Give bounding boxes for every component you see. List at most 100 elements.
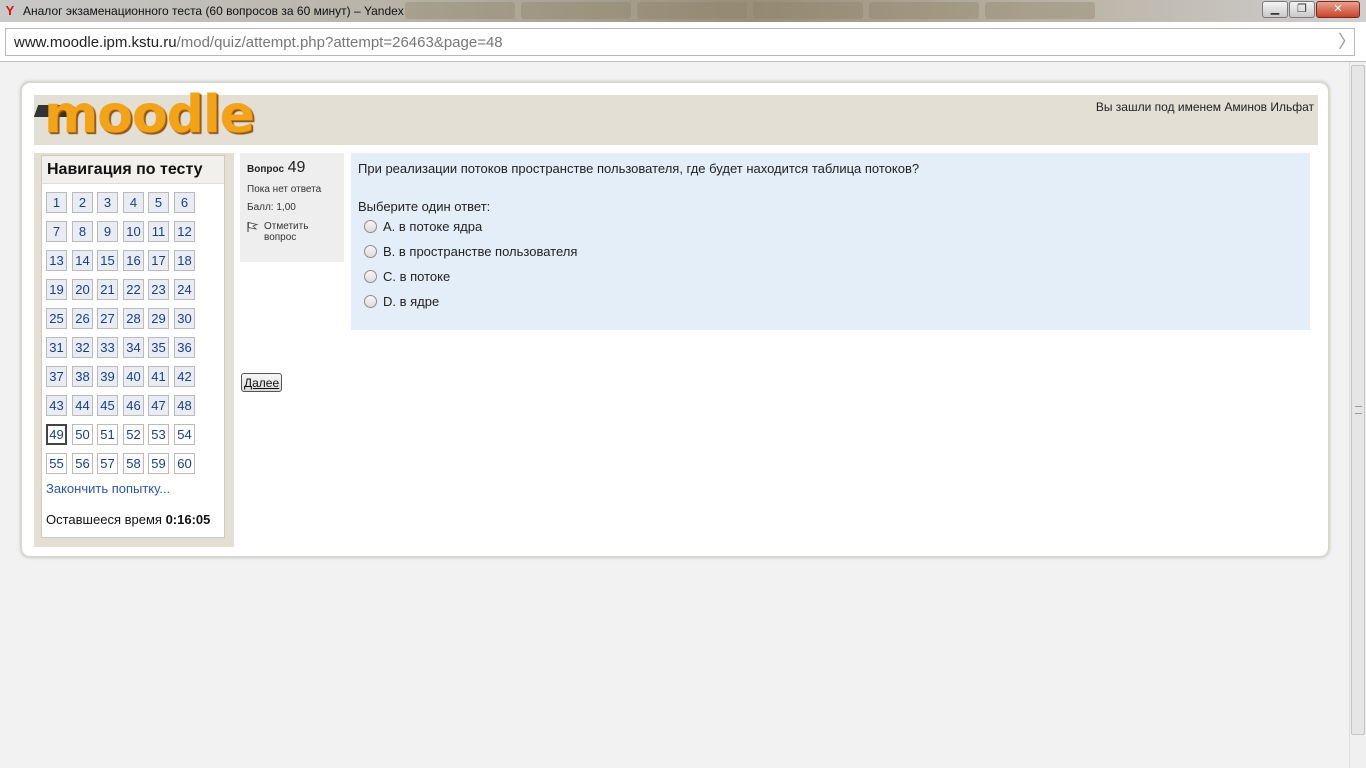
moodle-logo[interactable]: moodle	[33, 85, 255, 145]
quiz-navigation-panel: Навигация по тесту 1 2 3 4 5 6 7 8 9 10 11 12 13 14 15…	[41, 155, 225, 538]
question-nav-button[interactable]: 34	[123, 337, 144, 358]
question-nav-button[interactable]: 27	[97, 308, 118, 329]
answer-radio[interactable]	[364, 220, 377, 233]
question-nav-button[interactable]: 32	[72, 337, 93, 358]
question-nav-button[interactable]: 40	[123, 366, 144, 387]
question-nav-button[interactable]: 12	[174, 221, 195, 242]
question-nav-button[interactable]: 30	[174, 308, 195, 329]
question-nav-button[interactable]: 6	[174, 192, 195, 213]
question-nav-button[interactable]: 50	[72, 424, 93, 445]
question-nav-button[interactable]: 9	[97, 221, 118, 242]
browser-tab[interactable]	[405, 2, 515, 19]
question-nav-button[interactable]: 60	[174, 453, 195, 474]
scrollbar-thumb[interactable]	[1351, 65, 1365, 735]
question-nav-button[interactable]: 10	[123, 221, 144, 242]
question-nav-button[interactable]: 44	[72, 395, 93, 416]
question-nav-button[interactable]: 41	[148, 366, 169, 387]
browser-tab[interactable]	[521, 2, 631, 19]
question-nav-button[interactable]: 3	[97, 192, 118, 213]
answer-option[interactable]: C. в потоке	[364, 264, 1303, 289]
question-nav-button[interactable]: 37	[46, 366, 67, 387]
browser-tabs	[405, 2, 1095, 19]
question-nav-button[interactable]: 35	[148, 337, 169, 358]
close-button[interactable]: ✕	[1316, 1, 1360, 18]
answer-option[interactable]: B. в пространстве пользователя	[364, 239, 1303, 264]
question-nav-button[interactable]: 15	[97, 250, 118, 271]
answer-option[interactable]: D. в ядре	[364, 289, 1303, 314]
question-nav-button[interactable]: 28	[123, 308, 144, 329]
question-nav-button[interactable]: 56	[72, 453, 93, 474]
minimize-button[interactable]: ▁	[1262, 1, 1288, 18]
question-nav-button[interactable]: 13	[46, 250, 67, 271]
answer-radio[interactable]	[364, 270, 377, 283]
quiz-navigation-title: Навигация по тесту	[42, 156, 224, 184]
flag-question-button[interactable]: Отметить вопрос	[247, 221, 337, 243]
answer-label[interactable]: B. в пространстве пользователя	[383, 244, 577, 259]
flag-icon	[247, 221, 259, 232]
question-nav-button[interactable]: 24	[174, 279, 195, 300]
question-nav-button[interactable]: 58	[123, 453, 144, 474]
question-nav-button[interactable]: 25	[46, 308, 67, 329]
question-nav-button[interactable]: 7	[46, 221, 67, 242]
question-nav-button[interactable]: 59	[148, 453, 169, 474]
browser-tab[interactable]	[869, 2, 979, 19]
window-titlebar: Y Аналог экзаменационного теста (60 вопр…	[0, 0, 1366, 22]
question-nav-button[interactable]: 31	[46, 337, 67, 358]
question-nav-button[interactable]: 33	[97, 337, 118, 358]
question-nav-button[interactable]: 51	[97, 424, 118, 445]
question-nav-button[interactable]: 47	[148, 395, 169, 416]
question-nav-button[interactable]: 5	[148, 192, 169, 213]
question-nav-button[interactable]: 2	[72, 192, 93, 213]
question-nav-button[interactable]: 55	[46, 453, 67, 474]
chevron-right-icon[interactable]: 〉	[1338, 29, 1356, 55]
question-nav-button[interactable]: 22	[123, 279, 144, 300]
question-nav-button[interactable]: 26	[72, 308, 93, 329]
question-nav-button[interactable]: 19	[46, 279, 67, 300]
browser-tab[interactable]	[753, 2, 863, 19]
question-nav-button[interactable]: 23	[148, 279, 169, 300]
maximize-button[interactable]: ❐	[1289, 1, 1315, 18]
question-info: Вопрос 49 Пока нет ответа Балл: 1,00 Отм…	[240, 153, 344, 262]
answer-label[interactable]: D. в ядре	[383, 294, 439, 309]
url-path: /mod/quiz/attempt.php?attempt=26463&page…	[176, 34, 503, 51]
question-nav-button[interactable]: 20	[72, 279, 93, 300]
question-nav-button[interactable]: 53	[148, 424, 169, 445]
question-nav-button[interactable]: 11	[148, 221, 169, 242]
question-nav-button[interactable]: 57	[97, 453, 118, 474]
finish-attempt-link[interactable]: Закончить попытку...	[46, 481, 170, 496]
answer-label[interactable]: C. в потоке	[383, 269, 450, 284]
next-button[interactable]: Далее	[241, 373, 283, 392]
question-nav-button[interactable]: 52	[123, 424, 144, 445]
answer-label[interactable]: A. в потоке ядра	[383, 219, 482, 234]
question-nav-button[interactable]: 18	[174, 250, 195, 271]
time-remaining: Оставшееся время 0:16:05	[46, 512, 210, 527]
question-nav-button[interactable]: 8	[72, 221, 93, 242]
flag-label: Отметить вопрос	[264, 221, 309, 243]
vertical-scrollbar[interactable]	[1349, 62, 1366, 768]
question-nav-button[interactable]: 38	[72, 366, 93, 387]
answer-option[interactable]: A. в потоке ядра	[364, 214, 1303, 239]
question-nav-button[interactable]: 16	[123, 250, 144, 271]
question-nav-button[interactable]: 45	[97, 395, 118, 416]
question-nav-button[interactable]: 48	[174, 395, 195, 416]
question-nav-button[interactable]: 1	[46, 192, 67, 213]
question-nav-button[interactable]: 42	[174, 366, 195, 387]
answer-radio[interactable]	[364, 245, 377, 258]
question-nav-button[interactable]: 17	[148, 250, 169, 271]
question-nav-button[interactable]: 36	[174, 337, 195, 358]
question-nav-button[interactable]: 4	[123, 192, 144, 213]
browser-tab[interactable]	[985, 2, 1095, 19]
question-nav-button[interactable]: 29	[148, 308, 169, 329]
question-text: При реализации потоков пространстве поль…	[358, 161, 920, 176]
question-nav-button[interactable]: 46	[123, 395, 144, 416]
question-nav-button[interactable]: 49	[46, 424, 67, 445]
answer-radio[interactable]	[364, 295, 377, 308]
question-nav-button[interactable]: 54	[174, 424, 195, 445]
question-nav-button[interactable]: 39	[97, 366, 118, 387]
question-nav-button[interactable]: 14	[72, 250, 93, 271]
address-bar: www.moodle.ipm.kstu.ru/mod/quiz/attempt.…	[0, 22, 1366, 62]
question-nav-button[interactable]: 43	[46, 395, 67, 416]
question-nav-button[interactable]: 21	[97, 279, 118, 300]
browser-tab[interactable]	[637, 2, 747, 19]
url-input[interactable]: www.moodle.ipm.kstu.ru/mod/quiz/attempt.…	[5, 28, 1356, 56]
